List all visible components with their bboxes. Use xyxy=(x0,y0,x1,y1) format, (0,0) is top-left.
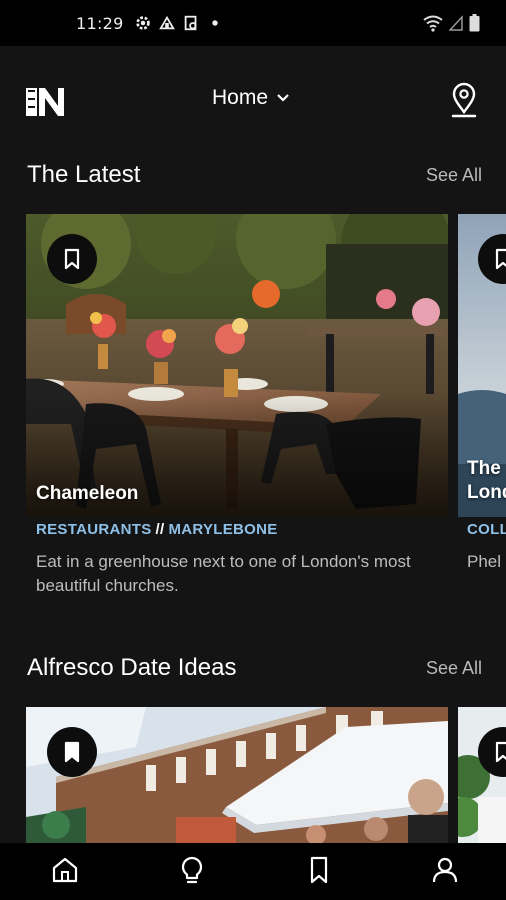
card-image xyxy=(26,707,448,843)
app-header: Home xyxy=(0,46,506,156)
location-pin-icon[interactable] xyxy=(449,82,479,120)
article-card[interactable]: Chameleon RESTAURANTS//MARYLEBONE Eat in… xyxy=(26,214,448,594)
location-dropdown[interactable]: Home xyxy=(212,86,290,110)
status-time: 11:29 xyxy=(76,13,124,33)
wifi-icon xyxy=(423,15,443,32)
chevron-down-icon xyxy=(277,94,289,102)
see-all-link[interactable]: See All xyxy=(426,165,482,186)
status-right xyxy=(423,14,480,32)
home-icon[interactable] xyxy=(50,855,80,885)
area-link[interactable]: MARYLEBONE xyxy=(168,521,277,538)
bookmark-icon xyxy=(64,248,80,270)
article-card[interactable] xyxy=(26,707,448,843)
app-screen: 11:29 Home The Latest See All Chameleon … xyxy=(0,0,506,900)
category-separator: // xyxy=(155,521,165,538)
dot-icon xyxy=(211,20,218,26)
bookmark-icon xyxy=(495,741,506,763)
profile-icon[interactable] xyxy=(430,855,460,885)
signal-icon xyxy=(449,15,463,31)
street-photo xyxy=(26,707,448,843)
status-bar: 11:29 xyxy=(0,0,506,46)
article-card[interactable] xyxy=(458,707,506,843)
see-all-link[interactable]: See All xyxy=(426,658,482,679)
bookmark-icon xyxy=(64,741,80,763)
battery-icon xyxy=(469,14,480,32)
screenshot-icon xyxy=(184,15,197,31)
section-title: Alfresco Date Ideas xyxy=(27,654,237,681)
card-description: Phel xyxy=(467,552,502,571)
card-description: Eat in a greenhouse next to one of Londo… xyxy=(36,552,411,593)
category-link[interactable]: RESTAURANTS xyxy=(36,521,152,538)
section-header-latest: The Latest See All xyxy=(27,161,482,189)
section-title: The Latest xyxy=(27,161,141,188)
bookmark-icon xyxy=(495,248,506,270)
tools-icon xyxy=(158,15,175,30)
gear-icon xyxy=(135,16,150,30)
bottom-navigation xyxy=(0,843,506,900)
header-title: Home xyxy=(212,86,269,109)
bookmark-button[interactable] xyxy=(47,727,97,777)
card-title: Chameleon xyxy=(36,483,139,504)
card-categories[interactable]: COLL xyxy=(467,521,506,538)
card-categories: RESTAURANTS//MARYLEBONE xyxy=(36,521,278,538)
card-title: The Lond xyxy=(467,458,506,503)
article-card[interactable]: The Lond COLL Phel xyxy=(458,214,506,594)
logo-icon[interactable] xyxy=(26,86,66,118)
bookmark-icon[interactable] xyxy=(304,855,334,885)
bookmark-button[interactable] xyxy=(47,234,97,284)
section-header-alfresco: Alfresco Date Ideas See All xyxy=(27,654,482,682)
lightbulb-icon[interactable] xyxy=(177,855,207,885)
